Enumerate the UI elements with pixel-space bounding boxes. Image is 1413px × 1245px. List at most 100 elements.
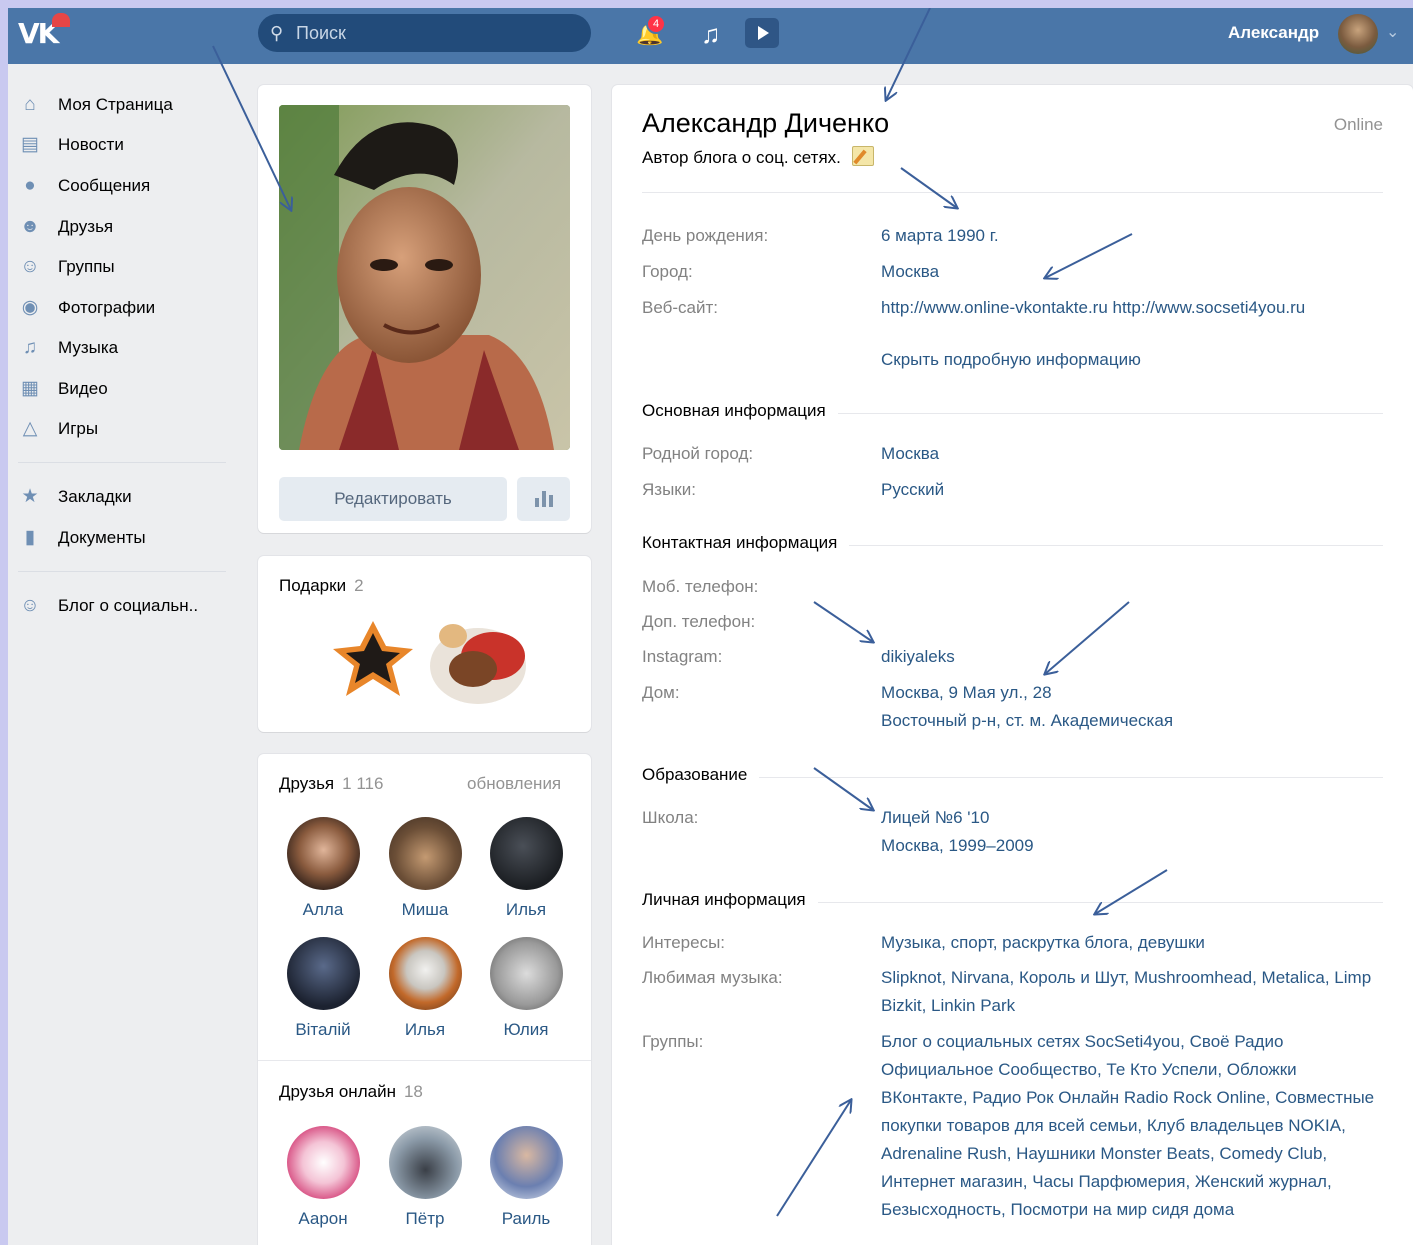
- sidebar-item-bookmarks[interactable]: ★ Закладки: [18, 482, 228, 512]
- education-heading[interactable]: Образование: [642, 765, 760, 785]
- contact-info-heading[interactable]: Контактная информация: [642, 533, 850, 553]
- stats-button[interactable]: [517, 477, 570, 521]
- sidebar-item-messages[interactable]: ● Сообщения: [18, 171, 228, 201]
- user-name[interactable]: Александр: [1228, 23, 1319, 43]
- sidebar-item-friends[interactable]: ☻ Друзья: [18, 212, 228, 242]
- notification-badge: 4: [646, 14, 666, 34]
- divider: [642, 192, 1383, 193]
- friend-item[interactable]: Аарон: [273, 1126, 373, 1229]
- friend-item[interactable]: Віталій: [273, 937, 373, 1040]
- avatar: [489, 817, 563, 890]
- friends-online-title[interactable]: Друзья онлайн 18: [279, 1082, 423, 1102]
- search-input[interactable]: [296, 14, 576, 52]
- star-icon: ★: [21, 486, 39, 507]
- page-title: Александр Диченко: [642, 108, 890, 138]
- website-link[interactable]: http://www.online-vkontakte.ru http://ww…: [881, 294, 1401, 322]
- sidebar-item-photos[interactable]: ◉ Фотографии: [18, 293, 228, 323]
- sidebar-item-news[interactable]: ▤ Новости: [18, 130, 228, 160]
- music-icon: ♫: [22, 337, 38, 358]
- divider: [258, 1060, 591, 1061]
- friends-updates-link[interactable]: обновления: [467, 774, 561, 794]
- sidebar-item-music[interactable]: ♫ Музыка: [18, 333, 228, 363]
- messages-icon: ●: [24, 175, 36, 196]
- sidebar-item-groups[interactable]: ☺ Группы: [18, 252, 228, 282]
- interests-links[interactable]: Музыка, спорт, раскрутка блога, девушки: [881, 929, 1381, 957]
- sidebar-item-community[interactable]: ☺ Блог о социальн..: [18, 591, 228, 621]
- friend-item[interactable]: Раиль: [476, 1126, 576, 1229]
- profile-photo[interactable]: [279, 105, 570, 450]
- friends-title[interactable]: Друзья 1 116: [279, 774, 383, 794]
- groups-links[interactable]: Блог о социальных сетях SocSeti4you, Сво…: [881, 1028, 1381, 1224]
- avatar: [388, 817, 462, 890]
- school-link[interactable]: Лицей №6 '10: [881, 804, 1381, 832]
- search-icon: ⚲: [270, 23, 284, 43]
- school-details: Москва, 1999–2009: [881, 836, 1034, 855]
- vk-logo[interactable]: VK: [18, 13, 70, 50]
- profile-info-card: Александр Диченко Online Автор блога о с…: [612, 85, 1413, 1245]
- document-icon: ▮: [24, 527, 36, 548]
- friend-item[interactable]: Алла: [273, 817, 373, 920]
- play-icon[interactable]: [745, 18, 779, 48]
- video-icon: ▦: [21, 378, 39, 399]
- languages-link[interactable]: Русский: [881, 476, 1381, 504]
- friends-card: Друзья 1 116 обновления Алла Миша Илья Ві…: [258, 754, 591, 1245]
- avatar[interactable]: [1338, 14, 1378, 54]
- gifts-count: 2: [354, 576, 364, 595]
- home-icon: ⌂: [24, 94, 36, 115]
- profile-status[interactable]: Автор блога о соц. сетях.: [642, 146, 874, 168]
- gamepad-icon: △: [22, 418, 38, 439]
- profile-photo-card: Редактировать: [258, 85, 591, 533]
- music-links[interactable]: Slipknot, Nirvana, Король и Шут, Mushroo…: [881, 964, 1381, 1020]
- home-district-link[interactable]: Восточный р-н, ст. м. Академическая: [881, 707, 1381, 735]
- community-icon: ☺: [20, 595, 40, 616]
- friend-item[interactable]: Юлия: [476, 937, 576, 1040]
- sidebar-item-games[interactable]: △ Игры: [18, 414, 228, 444]
- friend-item[interactable]: Илья: [375, 937, 475, 1040]
- city-link[interactable]: Москва: [881, 258, 1381, 286]
- edit-profile-button[interactable]: Редактировать: [279, 477, 507, 521]
- friend-name: Пётр: [405, 1209, 445, 1228]
- friend-name: Илья: [404, 1020, 446, 1039]
- chevron-down-icon[interactable]: ⌄: [1386, 22, 1399, 42]
- news-icon: ▤: [21, 134, 39, 155]
- ribbon-gift-icon[interactable]: [333, 621, 413, 696]
- vk-page: VK ⚲ 🔔 4 ♫ Александр ⌄ ⌂Моя Страница ▤Но…: [8, 8, 1413, 1245]
- profile-photo-image: [279, 105, 570, 450]
- friend-name: Илья: [505, 900, 547, 919]
- friends-online-count: 18: [403, 1082, 423, 1101]
- top-header: VK ⚲ 🔔 4 ♫ Александр ⌄: [8, 8, 1413, 64]
- friends-count: 1 116: [342, 774, 384, 793]
- sidebar-item-video[interactable]: ▦ Видео: [18, 374, 228, 404]
- hometown-link[interactable]: Москва: [881, 440, 1381, 468]
- music-note-icon[interactable]: ♫: [701, 19, 721, 50]
- birthday-link[interactable]: 6 марта 1990 г.: [881, 222, 1381, 250]
- gifts-card: Подарки 2: [258, 556, 591, 732]
- main-info-heading[interactable]: Основная информация: [642, 401, 838, 421]
- search-box[interactable]: ⚲: [258, 14, 591, 52]
- gifts-images: [333, 621, 526, 704]
- friend-name: Алла: [302, 900, 344, 919]
- gifts-title[interactable]: Подарки 2: [279, 576, 364, 596]
- hide-details-link[interactable]: Скрыть подробную информацию: [881, 346, 1381, 374]
- chocolate-gift-icon[interactable]: [430, 624, 526, 704]
- online-status: Online: [1333, 115, 1383, 134]
- sidebar-item-documents[interactable]: ▮ Документы: [18, 523, 228, 553]
- friend-item[interactable]: Пётр: [375, 1126, 475, 1229]
- pencil-icon: [851, 146, 874, 166]
- friend-item[interactable]: Миша: [375, 817, 475, 920]
- friend-name: Миша: [401, 900, 449, 919]
- avatar: [388, 1126, 462, 1199]
- home-address-link[interactable]: Москва, 9 Мая ул., 28: [881, 679, 1381, 707]
- friend-item[interactable]: Илья: [476, 817, 576, 920]
- avatar: [489, 937, 563, 1010]
- avatar: [286, 817, 360, 890]
- avatar: [489, 1126, 563, 1199]
- instagram-link[interactable]: dikiyaleks: [881, 643, 1381, 671]
- santa-hat-icon: [52, 13, 70, 27]
- bar-chart-icon: [535, 491, 553, 507]
- sidebar-divider: [18, 571, 226, 572]
- sidebar-item-my-page[interactable]: ⌂ Моя Страница: [18, 90, 228, 120]
- friend-name: Аарон: [298, 1209, 348, 1228]
- personal-info-heading[interactable]: Личная информация: [642, 890, 818, 910]
- avatar: [286, 1126, 360, 1199]
